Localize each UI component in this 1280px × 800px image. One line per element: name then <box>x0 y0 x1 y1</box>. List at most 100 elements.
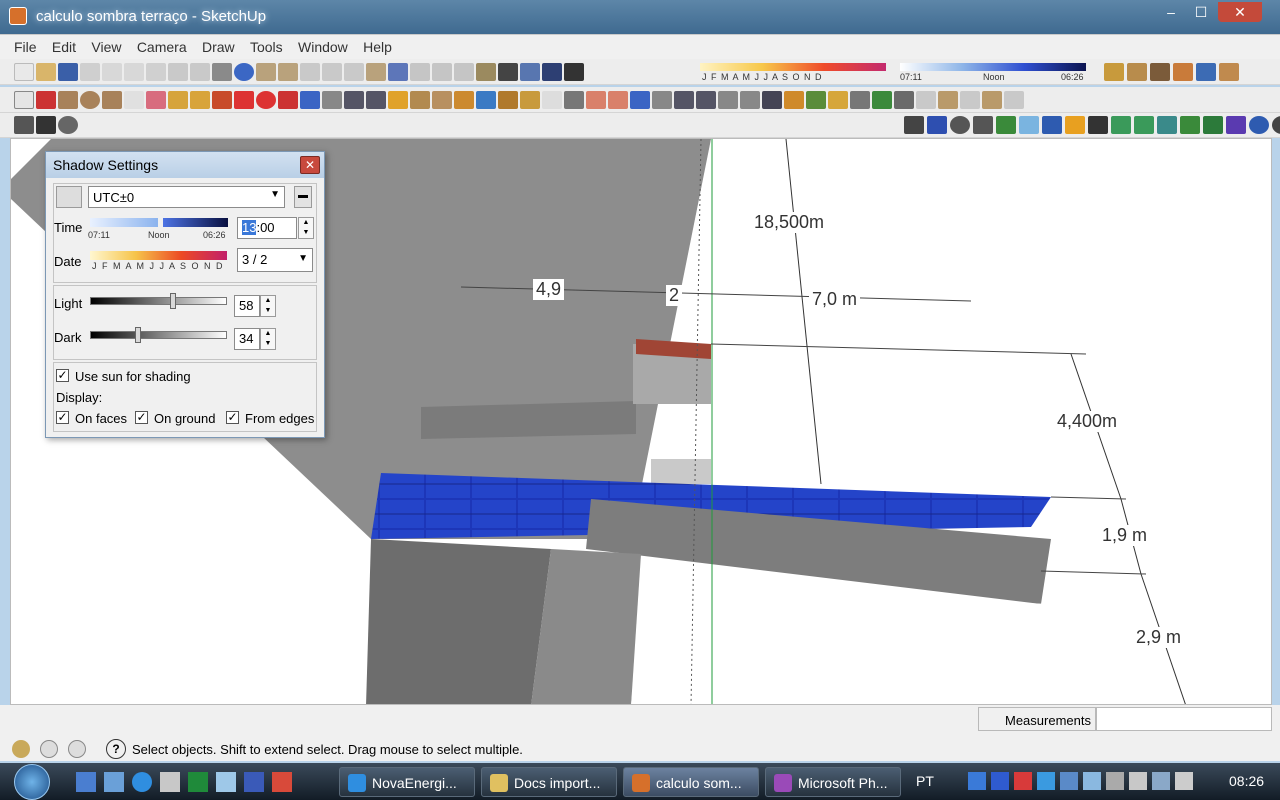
dimension-1-9[interactable]: 1,9 m <box>1099 525 1151 546</box>
get-models-icon[interactable] <box>498 91 518 109</box>
date-bar[interactable] <box>90 251 227 260</box>
right-view-icon[interactable] <box>322 63 342 81</box>
tray-sync-icon[interactable] <box>1083 772 1101 790</box>
credits-icon[interactable] <box>40 740 58 758</box>
tray-network-icon[interactable] <box>1060 772 1078 790</box>
position-camera-icon[interactable] <box>1173 63 1193 81</box>
zoom-extents2-icon[interactable] <box>762 91 782 109</box>
menu-tools[interactable]: Tools <box>244 35 289 55</box>
help-circle-icon[interactable] <box>1249 116 1269 134</box>
plugin-light-icon[interactable] <box>1019 116 1039 134</box>
zoom-icon[interactable] <box>344 91 364 109</box>
time-bar-evening[interactable] <box>163 218 228 227</box>
tray-device-icon[interactable] <box>1129 772 1147 790</box>
move-icon[interactable] <box>234 91 254 109</box>
footprints-icon[interactable] <box>36 116 56 134</box>
walk-person-icon[interactable] <box>14 116 34 134</box>
show-desktop-icon[interactable] <box>76 772 96 792</box>
shadow-settings-icon[interactable] <box>542 63 562 81</box>
back-view-icon[interactable] <box>344 63 364 81</box>
explorer-icon[interactable] <box>216 772 236 792</box>
component-icon[interactable] <box>124 91 144 109</box>
copy-icon[interactable] <box>102 63 122 81</box>
toolbar-date-bar[interactable] <box>700 63 886 71</box>
pan2-icon[interactable] <box>652 91 672 109</box>
zoom-window-icon[interactable] <box>696 91 716 109</box>
dimension-7-0[interactable]: 7,0 m <box>809 289 861 310</box>
measurements-input[interactable] <box>1096 707 1272 731</box>
excel-icon[interactable] <box>188 772 208 792</box>
hidden-line-icon[interactable] <box>432 63 452 81</box>
shadow-display-icon[interactable] <box>56 186 82 208</box>
cut-icon[interactable] <box>80 63 100 81</box>
line-pencil-icon[interactable] <box>36 91 56 109</box>
section-cut-icon[interactable] <box>586 91 606 109</box>
time-input[interactable]: 13:00 <box>237 217 297 239</box>
display-mode-icon[interactable] <box>520 63 540 81</box>
task-microsoft-photo[interactable]: Microsoft Ph... <box>765 767 901 797</box>
pan-icon[interactable] <box>322 91 342 109</box>
rectangle-icon[interactable] <box>58 91 78 109</box>
photo-texture-icon[interactable] <box>828 91 848 109</box>
on-faces-checkbox[interactable]: ✓ <box>56 411 69 424</box>
redo-icon[interactable] <box>190 63 210 81</box>
walk-icon[interactable] <box>1150 63 1170 81</box>
eraser-icon[interactable] <box>146 91 166 109</box>
tray-z-icon[interactable] <box>991 772 1009 790</box>
light-slider[interactable] <box>90 293 227 309</box>
zoom2-icon[interactable] <box>674 91 694 109</box>
print-icon[interactable] <box>212 63 232 81</box>
task-novaenergia[interactable]: NovaEnergi... <box>339 767 475 797</box>
use-sun-checkbox[interactable]: ✓ <box>56 369 69 382</box>
plugin-axes-icon[interactable] <box>1134 116 1154 134</box>
section-fill-icon[interactable] <box>608 91 628 109</box>
timezone-select[interactable]: UTC±0 ▼ <box>88 186 285 208</box>
tray-monitor-icon[interactable] <box>1106 772 1124 790</box>
task-docs-import[interactable]: Docs import... <box>481 767 617 797</box>
light-spinner[interactable]: ▲ ▼ <box>260 295 276 317</box>
plugin-flip-icon[interactable] <box>1180 116 1200 134</box>
section-plane-icon[interactable] <box>1104 63 1124 81</box>
menu-edit[interactable]: Edit <box>46 35 82 55</box>
light-slider-thumb[interactable] <box>170 293 176 309</box>
dimension-18500[interactable]: 18,500m <box>751 212 828 233</box>
layer-icon-3[interactable] <box>960 91 980 109</box>
plugin-gear-icon[interactable] <box>1272 116 1280 134</box>
plugin-blue-icon[interactable] <box>1042 116 1062 134</box>
crosshair-icon[interactable] <box>564 91 584 109</box>
dark-slider[interactable] <box>90 327 227 343</box>
new-icon[interactable] <box>14 63 34 81</box>
top-view-icon[interactable] <box>278 63 298 81</box>
outliner-icon[interactable] <box>542 91 562 109</box>
previous-view-icon[interactable] <box>718 91 738 109</box>
undo-icon[interactable] <box>168 63 188 81</box>
orbit2-icon[interactable] <box>630 91 650 109</box>
left-view-icon[interactable] <box>366 63 386 81</box>
dimension-4400[interactable]: 4,400m <box>1054 411 1121 432</box>
components-icon[interactable] <box>1219 63 1239 81</box>
dimension-icon[interactable] <box>388 91 408 109</box>
dark-value-input[interactable]: 34 <box>234 328 260 350</box>
paste-icon[interactable] <box>124 63 144 81</box>
plugin-utm-icon[interactable] <box>1157 116 1177 134</box>
front-view-icon[interactable] <box>300 63 320 81</box>
plugin-star-icon[interactable] <box>1226 116 1246 134</box>
shaded-icon[interactable] <box>454 63 474 81</box>
next-view-icon[interactable] <box>740 91 760 109</box>
language-indicator[interactable]: PT <box>916 773 934 789</box>
text-icon[interactable] <box>432 91 452 109</box>
help-icon[interactable]: ? <box>106 739 126 759</box>
tray-antivirus-icon[interactable] <box>1014 772 1032 790</box>
layer-icon-4[interactable] <box>982 91 1002 109</box>
geo-location-icon[interactable] <box>12 740 30 758</box>
volume-icon[interactable] <box>1175 772 1193 790</box>
paint-bucket-icon[interactable] <box>190 91 210 109</box>
dimension-4-9[interactable]: 4,9 <box>533 279 565 300</box>
toolbar-time-bar[interactable] <box>900 63 1086 71</box>
look-eye-icon[interactable] <box>58 116 78 134</box>
drape-icon[interactable] <box>894 91 914 109</box>
tray-display-icon[interactable] <box>1152 772 1170 790</box>
tape-measure-icon[interactable] <box>168 91 188 109</box>
save-icon[interactable] <box>58 63 78 81</box>
media-icon[interactable] <box>272 772 292 792</box>
